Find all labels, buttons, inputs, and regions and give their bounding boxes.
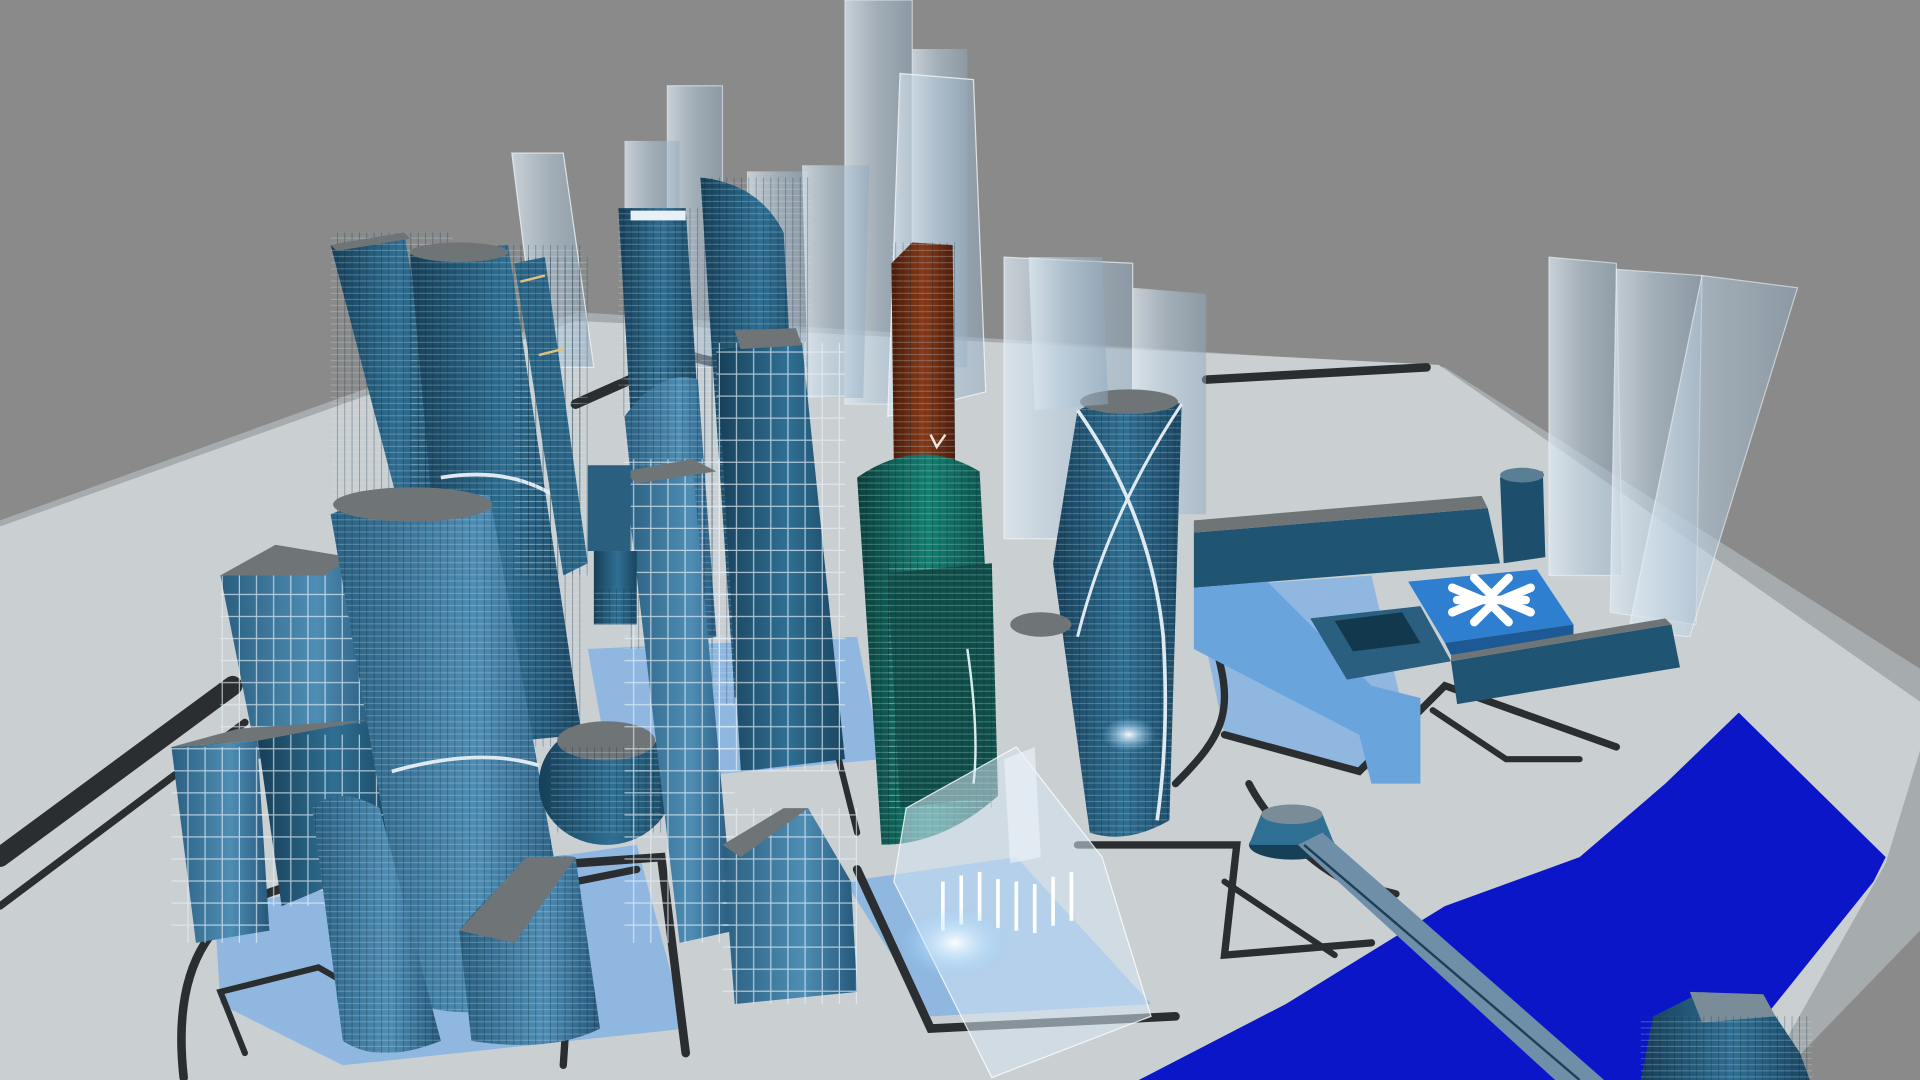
- tower-copper: [891, 242, 956, 476]
- tower-grid-tall: [716, 328, 845, 772]
- city-model-viewport: [0, 0, 1920, 1080]
- city-model-render: [0, 0, 1920, 1080]
- tower-glass-wave: [1028, 257, 1109, 411]
- tower-gold-trim: [514, 257, 588, 576]
- low-glass-block-front: [722, 808, 858, 1005]
